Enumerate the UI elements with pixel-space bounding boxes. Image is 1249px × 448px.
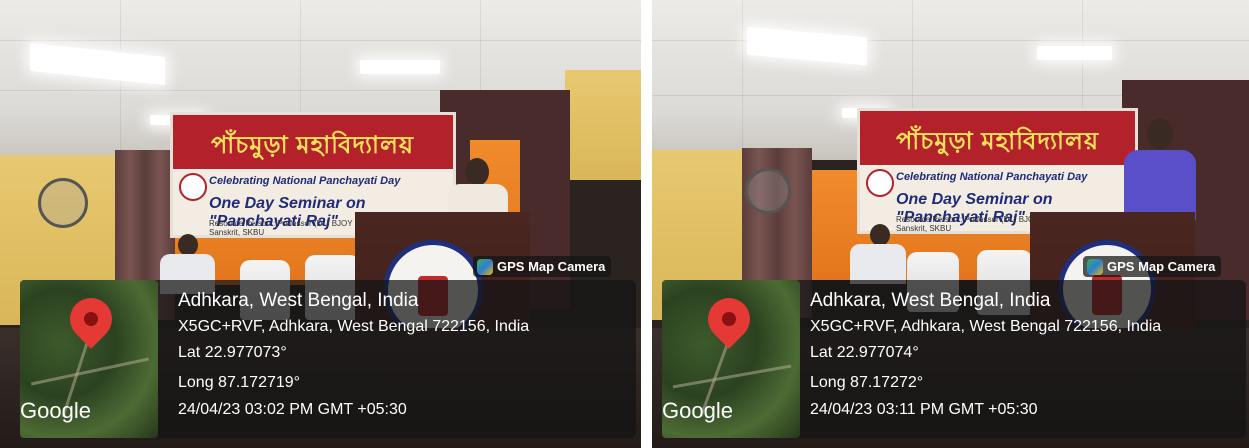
latitude: Lat 22.977073° [178, 344, 287, 361]
longitude: Long 87.172719° [178, 374, 301, 391]
geo-stamp: Google Adhkara, West Bengal, India X5GC+… [20, 280, 636, 438]
college-emblem [866, 169, 894, 197]
longitude: Long 87.17272° [810, 374, 924, 391]
ceiling-grid [0, 40, 641, 41]
google-logo: Google [662, 398, 733, 423]
speaker [1147, 118, 1173, 150]
banner-script: পাঁচমুড়া মহাবিদ্যালয় [896, 128, 1099, 155]
gps-camera-icon [1087, 259, 1103, 275]
seated-guest [850, 244, 906, 284]
ceiling-light [1037, 46, 1112, 60]
location-name: Adhkara, West Bengal, India [810, 290, 1051, 311]
speaker [465, 158, 489, 186]
location-address: X5GC+RVF, Adhkara, West Bengal 722156, I… [810, 318, 1162, 335]
date-time: 24/04/23 03:02 PM GMT +05:30 [178, 401, 407, 418]
banner-line1: Celebrating National Panchayati Day [896, 171, 1088, 183]
speaker [1124, 150, 1196, 220]
wall-fan [745, 168, 791, 214]
banner-line1: Celebrating National Panchayati Day [209, 175, 401, 187]
seated-guest [870, 224, 890, 246]
photo-right: পাঁচমুড়া মহাবিদ্যালয় Celebrating Natio… [652, 0, 1249, 448]
gps-camera-tag: GPS Map Camera [1083, 256, 1222, 277]
ceiling-grid [742, 0, 743, 160]
seated-guest [178, 234, 198, 256]
geo-stamp: Google Adhkara, West Bengal, India X5GC+… [662, 280, 1246, 438]
photo-separator [641, 0, 652, 448]
location-name: Adhkara, West Bengal, India [178, 290, 419, 311]
wall-fan [38, 178, 88, 228]
wall [565, 70, 641, 180]
map-thumbnail: Google [20, 280, 158, 438]
date-time: 24/04/23 03:11 PM GMT +05:30 [810, 401, 1038, 418]
google-logo: Google [20, 398, 91, 423]
latitude: Lat 22.977074° [810, 344, 919, 361]
gps-camera-icon [477, 259, 493, 275]
college-emblem [179, 173, 207, 201]
photo-left: পাঁচমুড়া মহাবিদ্যালয় Celebrating Natio… [0, 0, 641, 448]
banner-script: পাঁচমুড়া মহাবিদ্যালয় [211, 132, 414, 159]
map-thumbnail: Google [662, 280, 800, 438]
gps-camera-tag: GPS Map Camera [473, 256, 612, 277]
ceiling-light [360, 60, 440, 74]
location-address: X5GC+RVF, Adhkara, West Bengal 722156, I… [178, 318, 530, 335]
